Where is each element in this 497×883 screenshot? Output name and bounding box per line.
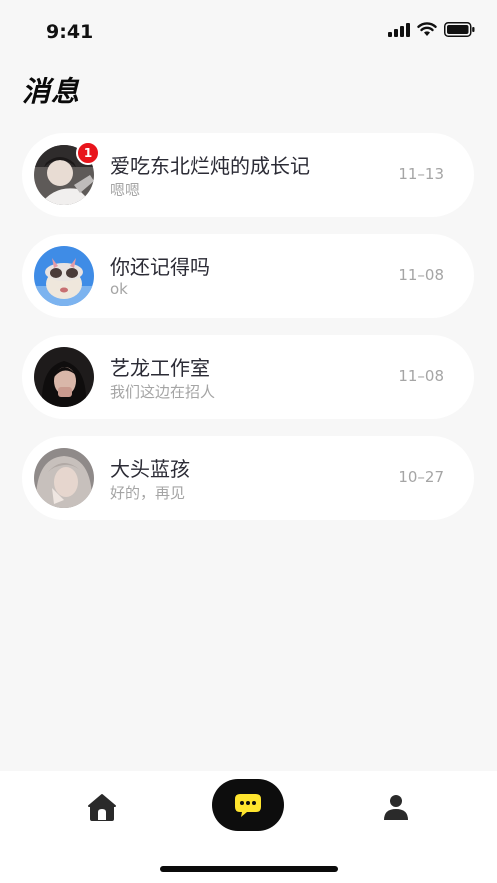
status-time: 9:41 [46, 21, 94, 43]
avatar [34, 347, 94, 407]
chat-date: 10–27 [398, 468, 444, 486]
chat-date: 11–13 [398, 165, 444, 183]
tab-bar [0, 771, 497, 883]
chat-item[interactable]: 艺龙工作室 我们这边在招人 11–08 [22, 335, 474, 419]
chat-bubble-icon [235, 794, 261, 817]
tab-messages[interactable] [212, 779, 284, 831]
tab-home[interactable] [84, 789, 120, 825]
avatar-wrap [34, 347, 94, 407]
avatar-wrap: 1 [34, 141, 100, 205]
avatar-wrap [34, 246, 94, 306]
avatar [34, 448, 94, 508]
status-bar: 9:41 [0, 0, 497, 64]
status-icons [388, 22, 475, 37]
chat-name: 你还记得吗 [110, 255, 210, 279]
chat-name: 艺龙工作室 [110, 356, 210, 380]
chat-item[interactable]: 1 爱吃东北烂炖的成长记 嗯嗯 11–13 [22, 133, 474, 217]
avatar-wrap [34, 448, 94, 508]
chat-name: 爱吃东北烂炖的成长记 [110, 154, 310, 178]
chat-date: 11–08 [398, 367, 444, 385]
tab-profile[interactable] [378, 789, 414, 825]
chat-preview: 我们这边在招人 [110, 383, 216, 401]
chat-item[interactable]: 大头蓝孩 好的，再见 10–27 [22, 436, 474, 520]
chat-preview: ok [110, 280, 128, 298]
chat-list: 1 爱吃东北烂炖的成长记 嗯嗯 11–13 你还记得吗 ok 11–08 艺龙工… [22, 133, 474, 537]
home-indicator [160, 866, 338, 872]
wifi-icon [417, 22, 437, 36]
unread-badge: 1 [76, 141, 100, 165]
person-icon [384, 795, 408, 820]
chat-preview: 好的，再见 [110, 484, 186, 502]
chat-name: 大头蓝孩 [110, 457, 190, 481]
avatar [34, 246, 94, 306]
battery-icon [444, 22, 475, 37]
cellular-signal-icon [388, 22, 410, 37]
chat-date: 11–08 [398, 266, 444, 284]
home-icon [88, 794, 116, 821]
page-title: 消息 [22, 75, 81, 108]
chat-item[interactable]: 你还记得吗 ok 11–08 [22, 234, 474, 318]
chat-preview: 嗯嗯 [110, 181, 141, 199]
